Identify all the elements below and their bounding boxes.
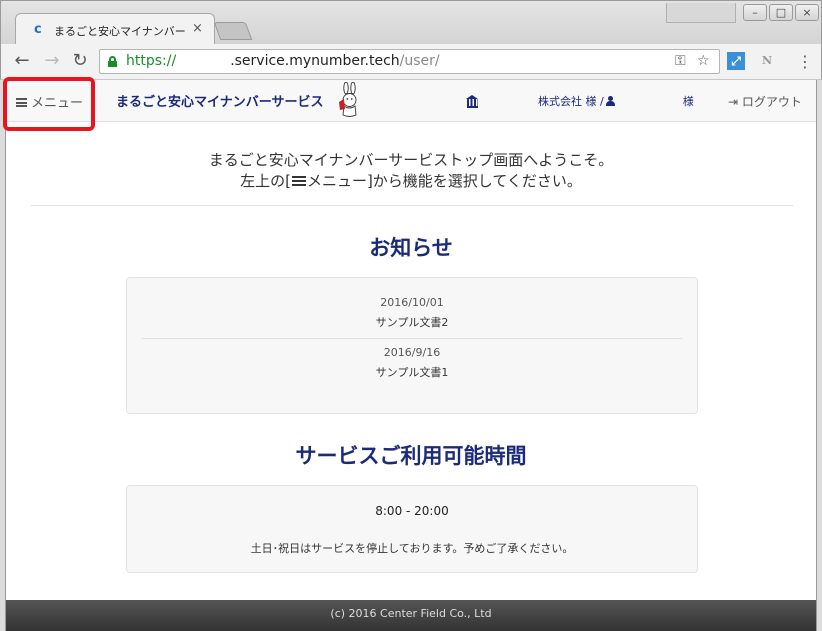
bookmark-star-icon[interactable]: ☆ xyxy=(697,53,710,69)
menu-highlight-annotation xyxy=(3,77,95,131)
divider xyxy=(31,205,793,206)
news-item[interactable]: 2016/10/01 サンプル文書2 xyxy=(127,296,697,330)
service-hours-note: 土日･祝日はサービスを停止しております。予めご了承ください。 xyxy=(250,542,574,555)
site-favicon-icon: c xyxy=(34,22,42,37)
site-navbar: メニュー まるごと安心マイナンバーサービス 株式会社 様 / 様 ⇥ ログアウト xyxy=(6,80,816,122)
logout-icon: ⇥ xyxy=(728,95,742,109)
bank-icon xyxy=(466,95,479,108)
tab-close-icon[interactable]: × xyxy=(192,21,203,36)
user-suffix: 様 xyxy=(682,95,694,108)
tab-title: まるごと安心マイナンバー xyxy=(54,25,186,38)
maximize-button[interactable]: □ xyxy=(769,4,793,21)
forward-arrow-icon[interactable]: → xyxy=(41,50,63,72)
welcome-menu-word: メニュー xyxy=(306,172,367,190)
site-brand[interactable]: まるごと安心マイナンバーサービス xyxy=(116,91,323,110)
browser-toolbar: ← → ↻ https:// .service.mynumber.tech/use… xyxy=(0,44,822,80)
url-path: /user/ xyxy=(399,53,440,69)
news-text: サンプル文書1 xyxy=(375,366,449,379)
reload-icon[interactable]: ↻ xyxy=(69,50,91,72)
welcome-message: まるごと安心マイナンバーサービストップ画面へようこそ。 左上の[ メニュー]から機… xyxy=(6,150,816,192)
user-icon xyxy=(605,96,615,106)
company-suffix: 株式会社 様 / xyxy=(538,95,604,108)
site-footer: (c) 2016 Center Field Co., Ltd xyxy=(6,600,816,631)
welcome-line-2-start: 左上の[ xyxy=(240,172,291,190)
url-text: https:// .service.mynumber.tech/user/ xyxy=(126,53,440,69)
service-hours-time: 8:00 - 20:00 xyxy=(375,504,449,518)
welcome-line-1: まるごと安心マイナンバーサービストップ画面へようこそ。 xyxy=(208,151,614,169)
url-host: .service.mynumber.tech xyxy=(230,53,400,69)
welcome-line-2: 左上の[ メニュー]から機能を選択してください。 xyxy=(6,171,816,192)
browser-tab[interactable]: c まるごと安心マイナンバー × xyxy=(15,13,215,46)
new-tab-button[interactable] xyxy=(213,22,253,40)
extension-n-icon[interactable]: N xyxy=(758,52,776,70)
url-scheme: https:// xyxy=(126,53,177,69)
news-text: サンプル文書2 xyxy=(375,316,449,329)
redacted-user-name xyxy=(616,96,683,108)
page-content: メニュー まるごと安心マイナンバーサービス 株式会社 様 / 様 ⇥ ログアウト … xyxy=(5,80,817,631)
extension-expand-icon[interactable]: ⤢ xyxy=(727,52,745,70)
welcome-line-2-end: ]から機能を選択してください。 xyxy=(366,172,582,190)
news-date: 2016/10/01 xyxy=(380,296,444,309)
browser-titlebar: c まるごと安心マイナンバー × – □ × xyxy=(0,0,822,46)
service-hours-panel: 8:00 - 20:00 土日･祝日はサービスを停止しております。予めご了承くだ… xyxy=(126,485,698,573)
logout-label: ログアウト xyxy=(741,95,802,109)
news-divider xyxy=(142,338,682,339)
key-icon[interactable]: ⚿ xyxy=(675,53,686,69)
address-bar[interactable]: https:// .service.mynumber.tech/user/ ⚿ ☆ xyxy=(99,49,720,74)
profile-button[interactable] xyxy=(666,3,736,23)
hamburger-icon xyxy=(291,175,306,186)
news-title: お知らせ xyxy=(369,236,453,260)
news-item[interactable]: 2016/9/16 サンプル文書1 xyxy=(127,346,697,380)
back-arrow-icon[interactable]: ← xyxy=(11,50,33,72)
redacted-subdomain xyxy=(176,54,231,68)
news-date: 2016/9/16 xyxy=(383,346,441,359)
news-panel: 2016/10/01 サンプル文書2 2016/9/16 サンプル文書1 xyxy=(126,277,698,414)
service-hours-title: サービスご利用可能時間 xyxy=(295,444,527,468)
account-info: 株式会社 様 / 様 xyxy=(466,93,694,109)
redacted-company-name xyxy=(481,96,538,108)
lock-icon xyxy=(108,56,117,67)
browser-menu-icon[interactable]: ⋮ xyxy=(797,53,813,71)
minimize-button[interactable]: – xyxy=(743,4,767,21)
close-window-button[interactable]: × xyxy=(795,4,819,21)
rabbit-mascot-icon xyxy=(339,82,357,117)
logout-button[interactable]: ⇥ ログアウト xyxy=(728,93,802,110)
footer-copyright: (c) 2016 Center Field Co., Ltd xyxy=(330,607,492,620)
